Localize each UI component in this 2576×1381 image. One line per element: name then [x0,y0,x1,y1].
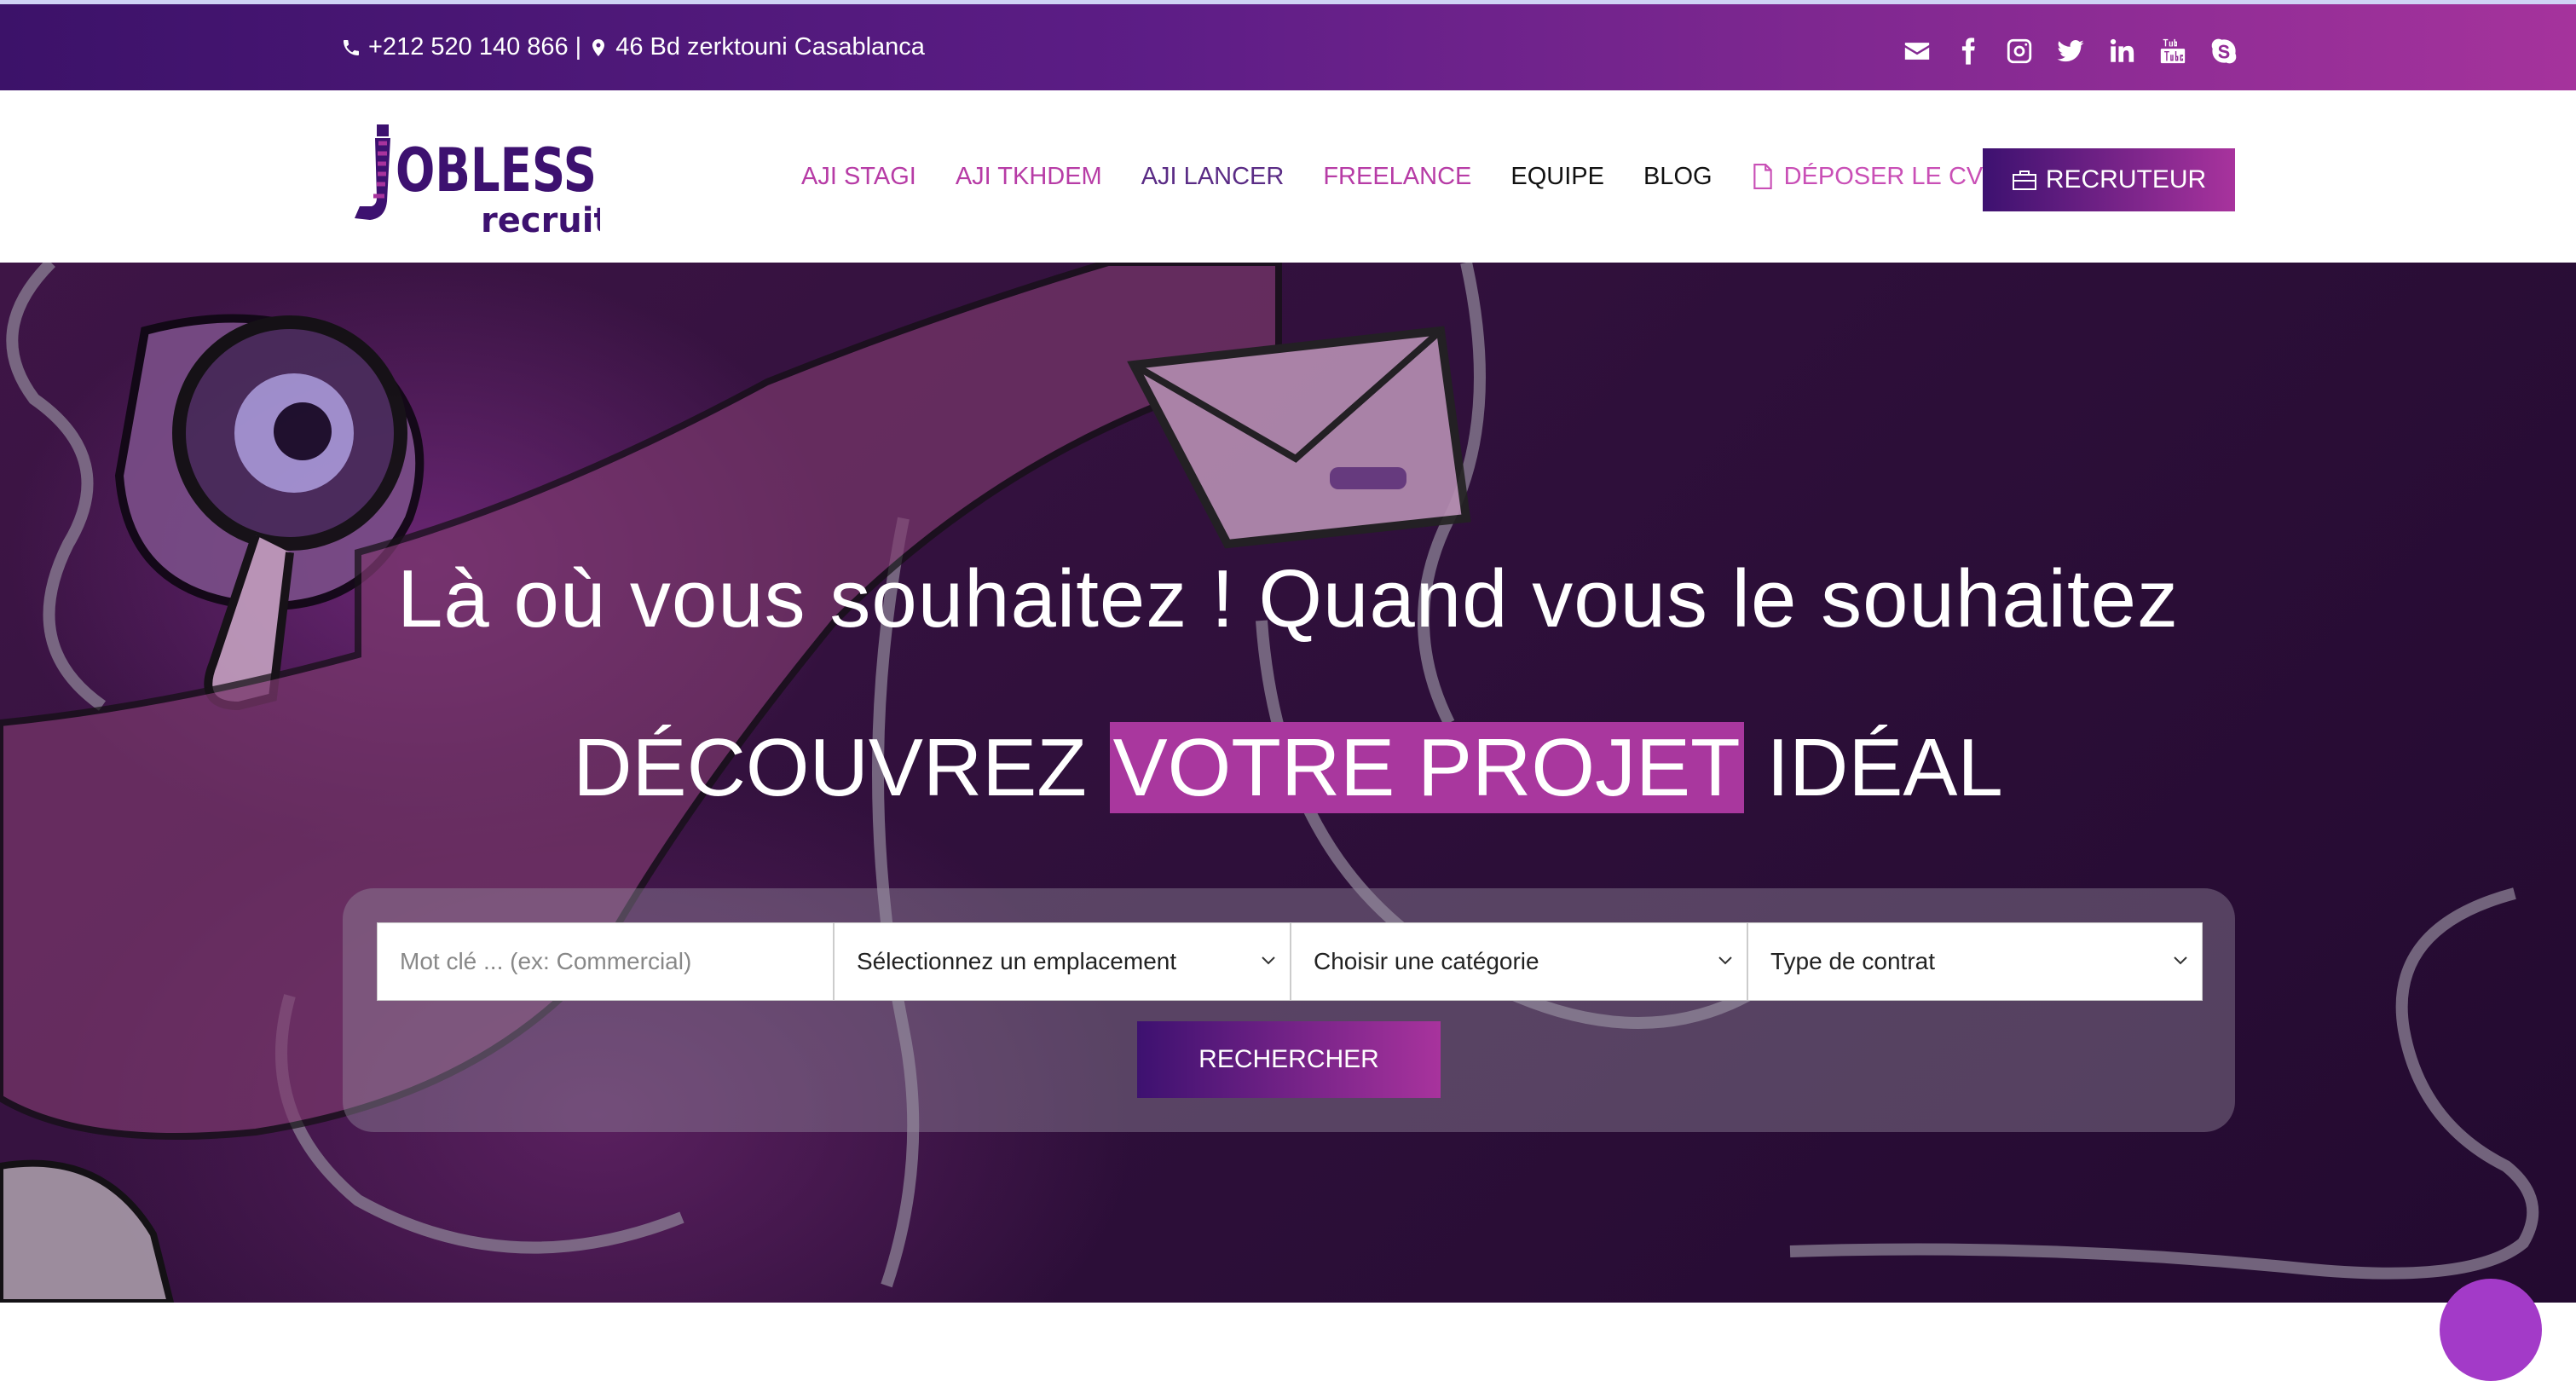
briefcase-icon [2012,170,2036,190]
logo-graphic: OBLESS recruit [355,124,610,240]
hero-headline: Là où vous souhaitez ! Quand vous le sou… [396,553,2180,644]
main-nav: AJI STAGI AJI TKHDEM AJI LANCER FREELANC… [801,90,1983,263]
job-search-form: Mot clé ... (ex: Commercial) Sélectionne… [343,888,2235,1132]
hero-section: Là où vous souhaitez ! Quand vous le sou… [0,263,2576,1303]
recruteur-label: RECRUTEUR [2045,165,2207,194]
keyword-input[interactable]: Mot clé ... (ex: Commercial) [377,922,834,1001]
twitter-icon[interactable] [2054,35,2087,67]
phone-number[interactable]: +212 520 140 866 [368,33,569,61]
subheadline-end: IDÉAL [1743,722,2003,813]
nav-equipe[interactable]: EQUIPE [1510,163,1604,191]
nav-aji-lancer[interactable]: AJI LANCER [1141,163,1285,191]
svg-text:OBLESS: OBLESS [396,136,597,205]
chevron-down-icon [1718,956,1732,965]
recruteur-button[interactable]: RECRUTEUR [1983,148,2235,211]
main-header: OBLESS recruit AJI STAGI AJI TKHDEM AJI … [0,90,2576,263]
category-select[interactable]: Choisir une catégorie [1291,922,1747,1001]
map-marker-icon [592,38,605,56]
search-button[interactable]: RECHERCHER [1137,1021,1441,1098]
skype-icon[interactable] [2208,35,2240,67]
hero-subheadline: DÉCOUVREZ VOTRE PROJET IDÉAL [0,721,2576,815]
nav-freelance[interactable]: FREELANCE [1323,163,1471,191]
subheadline-start: DÉCOUVREZ [573,722,1110,813]
nav-aji-stagi[interactable]: AJI STAGI [801,163,916,191]
envelope-icon[interactable] [1901,35,1933,67]
category-value: Choisir une catégorie [1314,948,1539,974]
social-links [1901,35,2240,67]
phone-icon [344,39,359,55]
facebook-icon[interactable] [1952,35,1984,67]
svg-text:recruit: recruit [481,201,600,235]
top-contact-bar: +212 520 140 866 | 46 Bd zerktouni Casab… [0,0,2576,90]
chevron-down-icon [2174,956,2187,965]
instagram-icon[interactable] [2003,35,2036,67]
contact-info: +212 520 140 866 | 46 Bd zerktouni Casab… [341,33,925,61]
chat-widget-button[interactable] [2440,1279,2542,1381]
site-logo[interactable]: OBLESS recruit [353,124,610,240]
nav-deposer-cv[interactable]: DÉPOSER LE CV [1752,162,1984,191]
youtube-icon[interactable] [2157,35,2189,67]
keyword-placeholder: Mot clé ... (ex: Commercial) [400,948,692,974]
file-icon [1753,164,1772,189]
address-text: 46 Bd zerktouni Casablanca [615,33,925,61]
location-select[interactable]: Sélectionnez un emplacement [834,922,1291,1001]
contact-separator: | [575,33,582,61]
contract-value: Type de contrat [1770,948,1936,974]
nav-aji-tkhdem[interactable]: AJI TKHDEM [956,163,1102,191]
contract-select[interactable]: Type de contrat [1747,922,2203,1001]
location-value: Sélectionnez un emplacement [857,948,1177,974]
subheadline-highlight: VOTRE PROJET [1109,722,1744,813]
nav-blog[interactable]: BLOG [1643,163,1713,191]
linkedin-icon[interactable] [2105,35,2138,67]
nav-deposer-cv-label: DÉPOSER LE CV [1783,162,1984,190]
chevron-down-icon [1262,956,1275,965]
